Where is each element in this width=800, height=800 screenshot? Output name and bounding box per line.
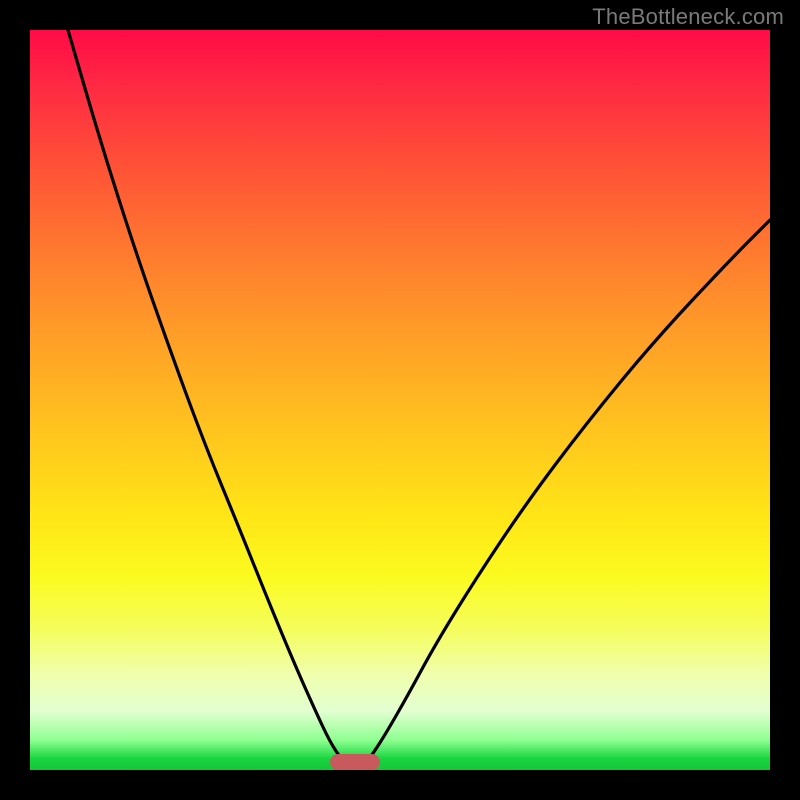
curve-right-branch	[360, 220, 770, 770]
watermark-text: TheBottleneck.com	[592, 4, 784, 30]
optimal-marker	[330, 754, 380, 770]
curve-left-branch	[68, 30, 350, 770]
plot-area	[30, 30, 770, 770]
bottleneck-curves	[30, 30, 770, 770]
chart-frame: TheBottleneck.com	[0, 0, 800, 800]
